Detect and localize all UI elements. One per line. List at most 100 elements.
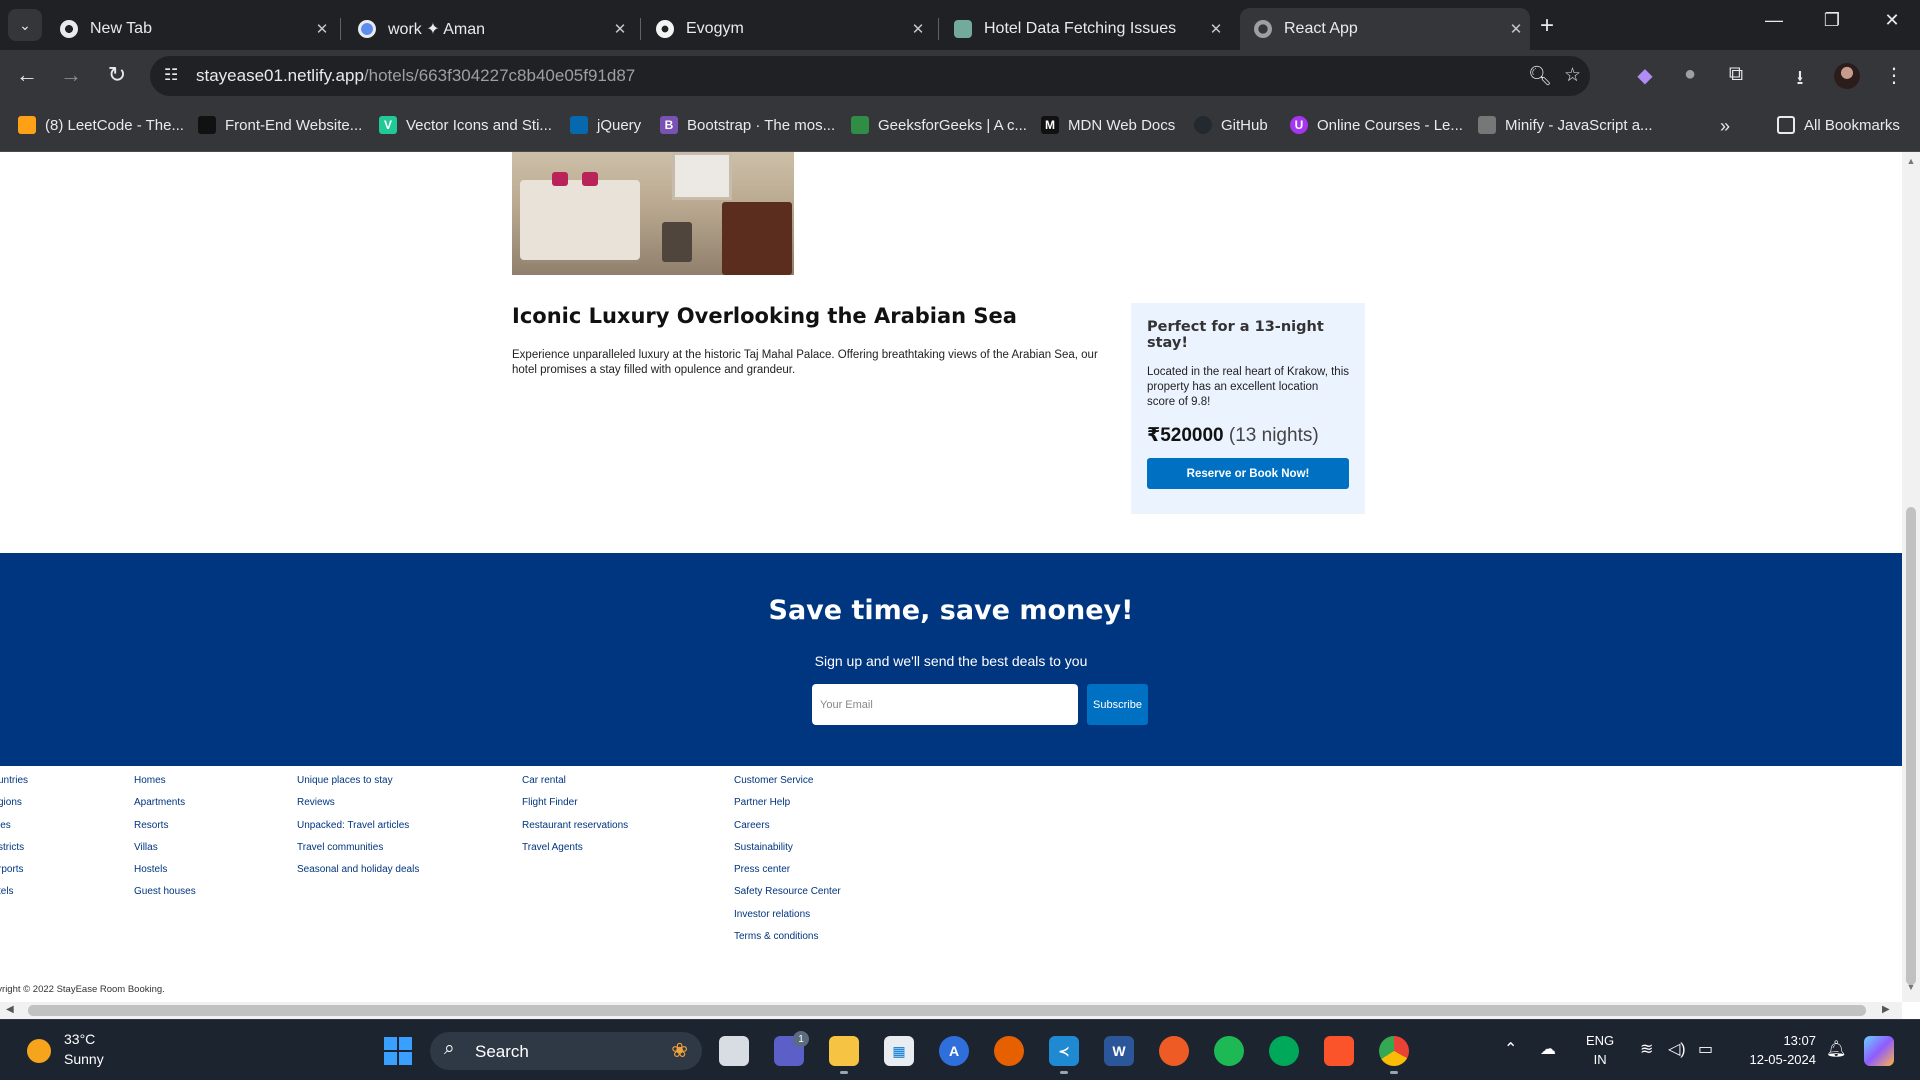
bookmark-frontend[interactable]: Front-End Website... [198,116,362,134]
word-icon[interactable]: W [1104,1036,1134,1066]
more-menu-icon[interactable]: ⋮ [1880,63,1908,88]
footer-link[interactable]: Customer Service [734,770,841,792]
footer-link[interactable]: gions [0,792,28,814]
footer-link[interactable]: Resorts [134,815,196,837]
bookmark-bootstrap[interactable]: B Bootstrap · The mos... [660,116,835,134]
download-icon[interactable]: ⭳ [1786,63,1814,97]
footer-link[interactable]: Travel communities [297,837,419,859]
url-text[interactable]: stayease01.netlify.app/hotels/663f304227… [196,66,635,86]
tab-new-tab[interactable]: New Tab ✕ [46,8,336,50]
tab-react-app[interactable]: React App ✕ [1240,8,1530,50]
notification-bell-icon[interactable]: 🔔︎ [1826,1039,1846,1059]
subscribe-button[interactable]: Subscribe [1087,684,1148,725]
footer-link[interactable]: Partner Help [734,792,841,814]
vertical-scrollbar[interactable]: ▲ ▼ [1902,152,1920,1002]
firefox-icon[interactable] [994,1036,1024,1066]
new-tab-button[interactable]: + [1540,12,1554,40]
chrome-taskbar-icon[interactable] [1379,1036,1409,1074]
scrollbar-thumb[interactable] [28,1005,1866,1016]
footer-link[interactable]: Unpacked: Travel articles [297,815,419,837]
system-clock[interactable]: 13:07 12-05-2024 [1724,1031,1817,1069]
start-button[interactable] [384,1037,412,1065]
bookmark-mdn[interactable]: M MDN Web Docs [1041,116,1175,134]
spotify-icon[interactable] [1214,1036,1244,1066]
footer-link[interactable]: Hostels [134,859,196,881]
scroll-left-icon[interactable]: ◀ [6,1004,14,1015]
footer-link[interactable]: Press center [734,859,841,881]
footer-link[interactable]: tels [0,881,28,903]
all-bookmarks[interactable]: All Bookmarks [1777,116,1900,134]
language-indicator[interactable]: ENG IN [1586,1031,1614,1069]
microsoft-store-icon[interactable]: ▦ [884,1036,914,1066]
reserve-button[interactable]: Reserve or Book Now! [1147,458,1349,489]
footer-link[interactable]: ies [0,815,28,837]
tab-hotel-data[interactable]: Hotel Data Fetching Issues ✕ [940,8,1230,50]
postman-icon[interactable] [1159,1036,1189,1066]
footer-link[interactable]: Seasonal and holiday deals [297,859,419,881]
file-explorer-icon[interactable] [829,1036,859,1074]
vscode-icon[interactable]: ≺ [1049,1036,1079,1074]
close-tab-icon[interactable]: ✕ [1202,20,1230,38]
weather-temperature[interactable]: 33°C [64,1031,95,1047]
close-tab-icon[interactable]: ✕ [904,20,932,38]
footer-link[interactable]: Sustainability [734,837,841,859]
bookmark-minify[interactable]: Minify - JavaScript a... [1478,116,1653,134]
scroll-up-icon[interactable]: ▲ [1902,156,1920,166]
app-icon[interactable]: A [939,1036,969,1066]
back-icon[interactable]: ← [12,62,42,88]
taskbar-search[interactable]: ⌕ Search ❀ [430,1032,702,1070]
footer-link[interactable]: stricts [0,837,28,859]
forward-icon[interactable]: → [56,62,86,88]
footer-link[interactable]: Reviews [297,792,419,814]
close-tab-icon[interactable]: ✕ [308,20,336,38]
close-tab-icon[interactable]: ✕ [606,20,634,38]
sun-icon[interactable] [27,1039,51,1063]
bookmark-jquery[interactable]: jQuery [570,116,641,134]
restore-icon[interactable]: ❐ [1812,10,1852,31]
tab-search-button[interactable]: ⌄ [8,9,42,41]
footer-link[interactable]: Unique places to stay [297,770,419,792]
extension-icon[interactable]: ◆ [1631,63,1659,88]
footer-link[interactable]: Guest houses [134,881,196,903]
show-hidden-icons[interactable]: ⌃ [1504,1039,1517,1059]
zoom-icon[interactable]: 🔍︎ [1528,64,1552,88]
extension-icon[interactable]: ● [1676,63,1704,86]
copilot-icon[interactable] [1864,1036,1894,1066]
volume-icon[interactable]: ◁) [1668,1039,1686,1059]
footer-link[interactable]: Car rental [522,770,628,792]
mongodb-icon[interactable] [1269,1036,1299,1066]
footer-link[interactable]: Investor relations [734,904,841,926]
bookmark-leetcode[interactable]: (8) LeetCode - The... [18,116,184,134]
footer-link[interactable]: Safety Resource Center [734,881,841,903]
footer-link[interactable]: untries [0,770,28,792]
task-view-icon[interactable] [719,1036,749,1066]
footer-link[interactable]: Apartments [134,792,196,814]
footer-link[interactable]: Terms & conditions [734,926,841,948]
footer-link[interactable]: Flight Finder [522,792,628,814]
scrollbar-thumb[interactable] [1906,507,1916,985]
close-window-icon[interactable]: ✕ [1872,10,1912,31]
scroll-down-icon[interactable]: ▼ [1902,982,1920,992]
bookmark-star-icon[interactable]: ☆ [1564,64,1581,87]
address-bar[interactable]: ☷ stayease01.netlify.app/hotels/663f3042… [150,56,1590,96]
wifi-icon[interactable]: ≋ [1640,1039,1653,1059]
site-info-icon[interactable]: ☷ [164,65,178,85]
bookmark-vector-icons[interactable]: V Vector Icons and Sti... [379,116,552,134]
footer-link[interactable]: Homes [134,770,196,792]
horizontal-scrollbar[interactable]: ◀ ▶ [0,1002,1902,1019]
weather-condition[interactable]: Sunny [64,1051,104,1067]
close-tab-icon[interactable]: ✕ [1502,20,1530,38]
bookmark-github[interactable]: GitHub [1194,116,1268,134]
footer-link[interactable]: Careers [734,815,841,837]
footer-link[interactable]: rports [0,859,28,881]
brave-icon[interactable] [1324,1036,1354,1066]
scroll-right-icon[interactable]: ▶ [1882,1004,1890,1015]
bookmark-online-courses[interactable]: U Online Courses - Le... [1290,116,1463,134]
battery-icon[interactable]: ▭ [1698,1039,1713,1059]
minimize-icon[interactable]: — [1754,10,1794,31]
email-input[interactable] [812,684,1078,725]
footer-link[interactable]: Travel Agents [522,837,628,859]
tab-work-aman[interactable]: work ✦ Aman ✕ [344,8,634,50]
onedrive-icon[interactable]: ☁ [1540,1039,1556,1059]
footer-link[interactable]: Villas [134,837,196,859]
